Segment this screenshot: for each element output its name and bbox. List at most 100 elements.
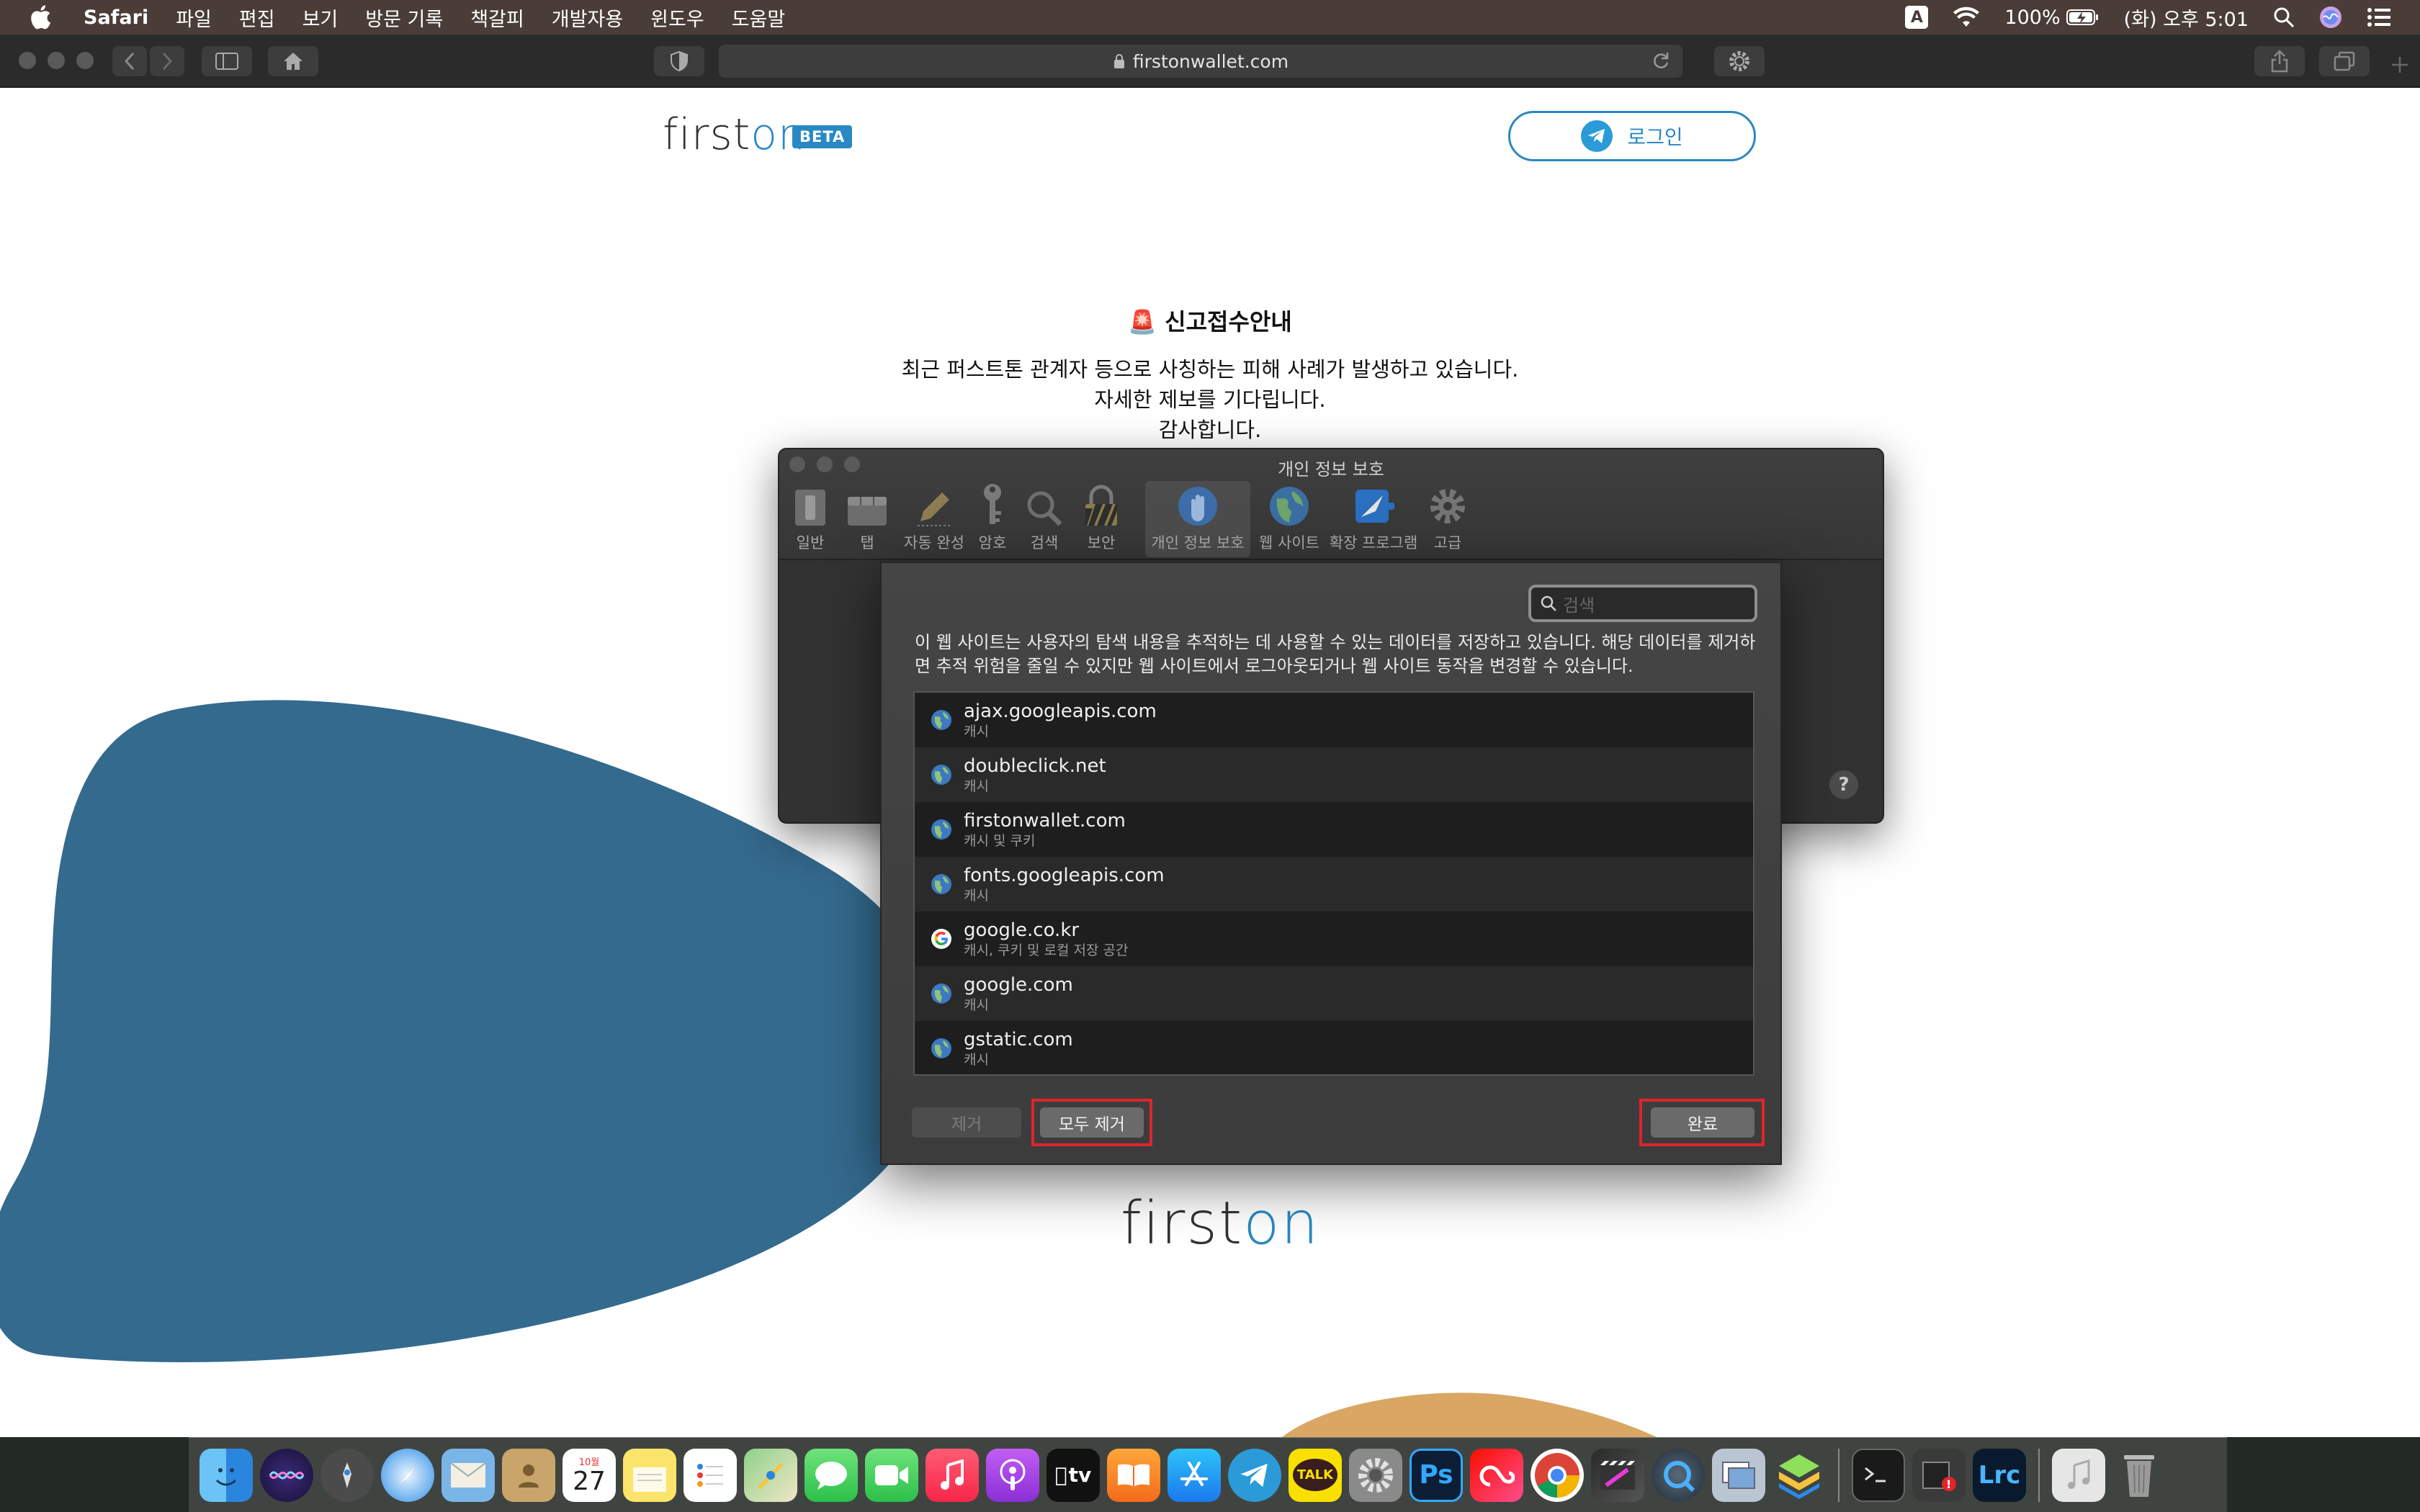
globe-icon [931,710,951,730]
tabs-icon [2334,51,2355,71]
activity-icon[interactable]: ! [1912,1448,1966,1502]
tab-passwords[interactable]: 암호 [972,481,1013,557]
share-button[interactable] [2254,46,2305,76]
list-item-site[interactable]: firstonwallet.com 캐시 및 쿠키 [915,802,1753,857]
tab-privacy[interactable]: 개인 정보 보호 [1145,481,1250,557]
website-data-search-field[interactable]: 검색 [1528,585,1757,622]
launchpad-icon[interactable] [321,1448,374,1502]
tab-tabs[interactable]: 탭 [841,481,893,557]
tab-overview-button[interactable] [2319,46,2370,76]
menu-bookmarks[interactable]: 책갈피 [470,4,524,32]
menu-app-safari[interactable]: Safari [84,6,148,29]
list-item-site[interactable]: fonts.googleapis.com 캐시 [915,857,1753,912]
privacy-report-button[interactable] [654,46,704,76]
footer-logo-on: on [1243,1189,1320,1258]
battery-icon[interactable] [2066,9,2099,26]
address-bar[interactable]: firstonwallet.com [719,45,1682,78]
kakaotalk-icon[interactable]: TALK [1289,1448,1342,1502]
tab-extensions[interactable]: 확장 프로그램 [1324,481,1423,557]
messages-icon[interactable] [805,1448,858,1502]
menu-view[interactable]: 보기 [302,4,339,32]
home-icon [284,53,302,70]
menu-edit[interactable]: 편집 [239,4,275,32]
maps-icon[interactable] [744,1448,797,1502]
remove-button[interactable]: 제거 [912,1107,1021,1138]
search-placeholder: 검색 [1563,595,1595,616]
terminal-icon[interactable] [1852,1448,1905,1502]
home-button[interactable] [268,46,318,76]
help-button[interactable]: ? [1829,770,1858,799]
mail-icon[interactable] [442,1448,495,1502]
menu-history[interactable]: 방문 기록 [365,4,443,32]
reload-icon[interactable] [1651,50,1671,71]
music-file-icon[interactable] [2052,1448,2105,1502]
back-button[interactable] [112,46,147,76]
calendar-icon[interactable]: 10월 27 [563,1448,616,1502]
sidebar-toggle-button[interactable] [202,46,252,76]
input-source-indicator[interactable]: A [1905,6,1929,29]
tab-search-label: 검색 [1030,534,1059,552]
contacts-icon[interactable] [502,1448,555,1502]
spotlight-search-icon[interactable] [2273,6,2295,28]
tab-advanced[interactable]: 고급 [1425,481,1471,557]
website-data-list[interactable]: ajax.googleapis.com 캐시 doubleclick.net 캐시 … [913,691,1754,1076]
new-tab-button[interactable] [2385,50,2414,79]
siri-icon[interactable] [260,1448,313,1502]
tab-search[interactable]: 검색 [1021,481,1067,557]
chevron-right-icon [162,52,173,71]
login-button[interactable]: 로그인 [1508,111,1756,161]
podcasts-icon[interactable] [986,1448,1039,1502]
creative-cloud-icon[interactable] [1470,1448,1523,1502]
list-item-site[interactable]: google.com 캐시 [915,966,1753,1021]
final-cut-icon[interactable] [1591,1448,1644,1502]
tab-security[interactable]: 보안 [1076,481,1126,557]
quicktime-icon[interactable] [1652,1448,1705,1502]
battery-percent: 100% [2004,6,2061,29]
menu-window[interactable]: 윈도우 [650,4,704,32]
books-icon[interactable] [1107,1448,1160,1502]
website-data-sheet: 검색 이 웹 사이트는 사용자의 탐색 내용을 추적하는 데 사용할 수 있는 … [880,562,1782,1165]
list-item-site[interactable]: gstatic.com 캐시 [915,1021,1753,1074]
list-item-site[interactable]: google.co.kr 캐시, 쿠키 및 로컬 저장 공간 [915,912,1753,966]
chrome-icon[interactable] [1531,1448,1584,1502]
window-zoom-button[interactable] [76,52,94,69]
site-data-type: 캐시 [964,778,989,794]
finder-icon[interactable] [200,1448,253,1502]
list-item-site[interactable]: ajax.googleapis.com 캐시 [915,693,1753,747]
tab-autofill-label: 자동 완성 [904,534,964,552]
list-item-site[interactable]: doubleclick.net 캐시 [915,747,1753,802]
lightroom-icon[interactable]: Lrc [1973,1448,2026,1502]
notes-icon[interactable] [623,1448,676,1502]
menu-help[interactable]: 도움말 [732,4,786,32]
general-switch-icon [795,490,825,526]
appstore-icon[interactable] [1168,1448,1221,1502]
siri-icon[interactable] [2319,6,2342,29]
tv-icon[interactable]: tv [1047,1448,1100,1502]
apple-menu-icon[interactable] [26,3,55,32]
menu-file[interactable]: 파일 [176,4,212,32]
window-minimize-button[interactable] [48,52,65,69]
reminders-icon[interactable] [684,1448,737,1502]
facetime-icon[interactable] [865,1448,918,1502]
firston-logo[interactable]: firston [663,109,806,160]
music-icon[interactable] [926,1448,979,1502]
menu-develop[interactable]: 개발자용 [552,4,623,32]
forward-button[interactable] [150,46,184,76]
extensions-button[interactable] [1714,46,1765,76]
gear-icon [1729,51,1749,71]
tab-websites[interactable]: 웹 사이트 [1255,481,1324,557]
preview-icon[interactable] [1712,1448,1765,1502]
notification-center-icon[interactable] [2367,7,2391,27]
tab-autofill[interactable]: 자동 완성 [900,481,968,557]
trash-icon[interactable] [2112,1449,2166,1502]
telegram-icon[interactable] [1228,1448,1281,1502]
menubar-clock[interactable]: (화) 오후 5:01 [2124,4,2249,32]
tab-general[interactable]: 일반 [786,481,834,557]
tab-extensions-label: 확장 프로그램 [1329,534,1418,552]
wifi-icon[interactable] [1953,6,1980,28]
system-preferences-icon[interactable] [1349,1448,1402,1502]
safari-icon[interactable] [381,1448,434,1502]
bluestacks-icon[interactable] [1773,1449,1826,1502]
photoshop-icon[interactable]: Ps [1410,1448,1463,1502]
window-close-button[interactable] [19,52,36,69]
